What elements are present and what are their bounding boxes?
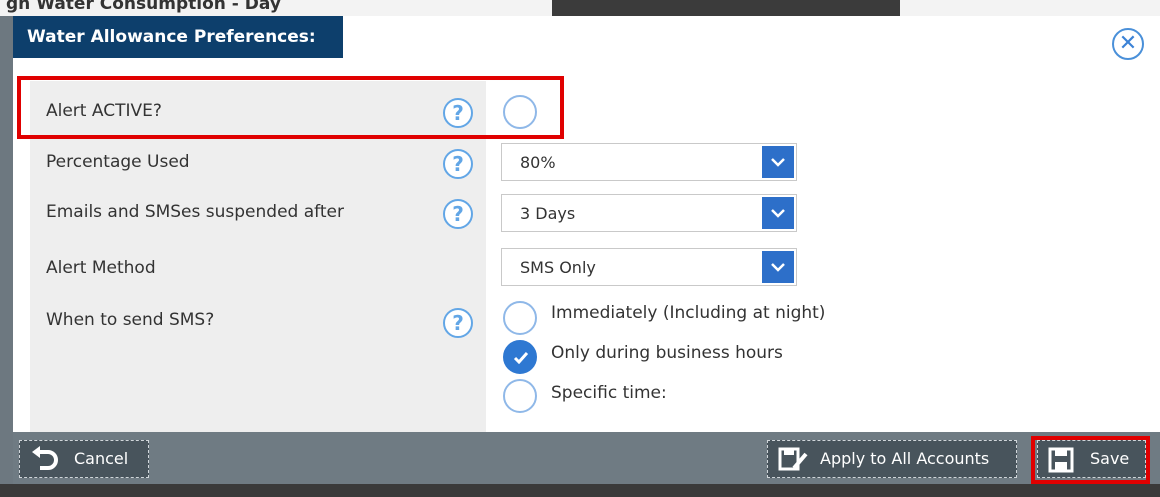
background-page-title: gh Water Consumption - Day (6, 0, 281, 14)
check-icon (513, 352, 529, 364)
apply-to-all-accounts-button[interactable]: Apply to All Accounts (767, 440, 1017, 478)
cancel-label: Cancel (74, 449, 129, 468)
alert-active-highlight (17, 76, 564, 139)
sms-option-immediately-label: Immediately (Including at night) (551, 303, 826, 323)
chevron-down-icon[interactable] (762, 146, 794, 178)
dialog-title: Water Allowance Preferences: (13, 16, 343, 58)
percentage-used-select[interactable]: 80% (501, 143, 797, 181)
close-icon: ✕ (1118, 31, 1138, 56)
close-button[interactable]: ✕ (1112, 28, 1144, 60)
suspended-after-select[interactable]: 3 Days (501, 194, 797, 232)
percentage-used-value: 80% (520, 153, 556, 172)
background-dark-button (552, 0, 900, 16)
suspended-after-label: Emails and SMSes suspended after (46, 202, 344, 222)
alert-method-select[interactable]: SMS Only (501, 248, 797, 286)
help-icon[interactable]: ? (443, 199, 473, 229)
help-icon[interactable]: ? (443, 308, 473, 338)
help-icon[interactable]: ? (443, 149, 473, 179)
sms-option-business-hours-radio[interactable] (503, 340, 537, 374)
background-bottom-strip (0, 484, 1160, 497)
alert-method-value: SMS Only (520, 258, 596, 277)
apply-all-icon (778, 447, 808, 471)
chevron-down-icon[interactable] (762, 251, 794, 283)
chevron-down-icon[interactable] (762, 197, 794, 229)
sms-option-specific-time-label: Specific time: (551, 383, 667, 403)
when-to-send-label: When to send SMS? (46, 310, 215, 330)
water-allowance-dialog: Water Allowance Preferences: ✕ Alert ACT… (13, 16, 1160, 484)
suspended-after-value: 3 Days (520, 204, 576, 223)
undo-icon (32, 446, 58, 470)
apply-to-all-accounts-label: Apply to All Accounts (820, 449, 990, 468)
sms-option-specific-time-radio[interactable] (503, 379, 537, 413)
dialog-footer: Cancel Apply to All Accounts Save (13, 432, 1160, 484)
background-header-strip: gh Water Consumption - Day (0, 0, 1160, 16)
sms-option-business-hours-label: Only during business hours (551, 343, 783, 363)
sms-option-immediately-radio[interactable] (503, 301, 537, 335)
cancel-button[interactable]: Cancel (19, 440, 149, 478)
percentage-used-label: Percentage Used (46, 152, 190, 172)
save-highlight (1031, 436, 1150, 484)
alert-method-label: Alert Method (46, 258, 156, 278)
